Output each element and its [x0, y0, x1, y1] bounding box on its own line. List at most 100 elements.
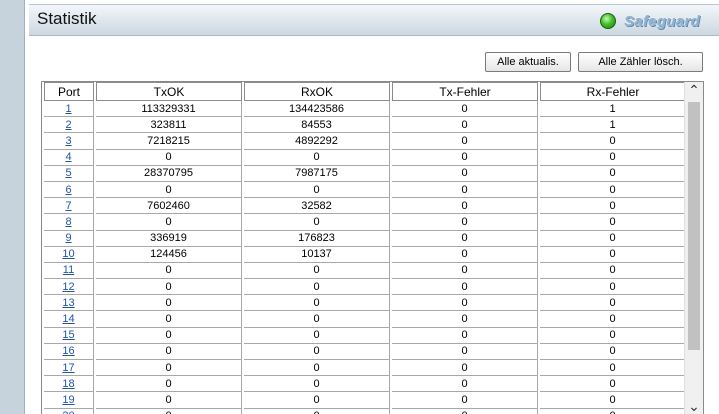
port-cell: 14	[44, 311, 94, 328]
rx-errors-cell: 0	[540, 262, 686, 280]
port-cell: 17	[44, 360, 94, 377]
rx-errors-cell: 0	[540, 392, 686, 409]
rxok-cell: 84553	[244, 117, 390, 134]
port-link[interactable]: 7	[65, 200, 71, 212]
content-panel: Statistik Safeguard Alle aktualis. Alle …	[24, 0, 719, 414]
rxok-cell: 0	[244, 392, 390, 409]
port-cell: 16	[44, 343, 94, 360]
port-link[interactable]: 1	[65, 103, 71, 115]
tx-errors-cell: 0	[392, 343, 538, 360]
txok-cell: 0	[96, 360, 242, 377]
rx-errors-cell: 1	[540, 101, 686, 118]
port-link[interactable]: 20	[62, 410, 74, 414]
table-row: 11 0 0 0 0	[44, 262, 686, 280]
table-row: 18 0 0 0 0	[44, 376, 686, 393]
clear-all-counters-button[interactable]: Alle Zähler lösch.	[578, 52, 703, 72]
port-link[interactable]: 18	[62, 378, 74, 390]
scrollbar-thumb[interactable]	[688, 102, 700, 350]
port-cell: 15	[44, 327, 94, 344]
port-link[interactable]: 10	[62, 248, 74, 260]
port-link[interactable]: 4	[65, 151, 71, 163]
table-row: 80000	[44, 214, 686, 231]
port-link[interactable]: 8	[65, 216, 71, 228]
rx-errors-cell: 0	[540, 360, 686, 377]
rxok-cell: 0	[244, 343, 390, 360]
rx-errors-cell: 0	[540, 149, 686, 166]
tx-errors-cell: 0	[392, 408, 538, 414]
txok-cell: 0	[96, 149, 242, 166]
port-cell: 11	[44, 262, 94, 280]
rxok-cell: 32582	[244, 198, 390, 215]
txok-cell: 0	[96, 376, 242, 393]
vertical-scrollbar[interactable]: ⌃ ⌄	[684, 82, 703, 414]
safeguard-indicator: Safeguard	[599, 12, 700, 30]
table-row: 13 0 0 0 0	[44, 295, 686, 312]
tx-errors-cell: 0	[392, 246, 538, 263]
table-row: 10 124456 10137 0 0	[44, 246, 686, 263]
rx-errors-cell: 0	[540, 295, 686, 312]
port-cell: 13	[44, 295, 94, 312]
rx-errors-cell: 0	[540, 343, 686, 360]
port-link[interactable]: 11	[63, 264, 74, 276]
table-row: 9 336919 176823 0 0	[44, 230, 686, 247]
port-link[interactable]: 15	[62, 329, 74, 341]
tx-errors-cell: 0	[392, 279, 538, 296]
port-cell: 8	[44, 214, 94, 231]
table-row: 1 113329331 134423586 0 1	[44, 101, 686, 118]
table-row: 7 7602460 32582 0 0	[44, 198, 686, 215]
rx-errors-cell: 0	[540, 214, 686, 231]
statistics-table: Port TxOK RxOK Tx-Fehler Rx-Fehler 1 11332933…	[42, 82, 688, 414]
port-link[interactable]: 13	[62, 297, 74, 309]
port-link[interactable]: 19	[62, 394, 74, 406]
tx-errors-cell: 0	[392, 376, 538, 393]
chevron-up-icon[interactable]: ⌃	[685, 82, 703, 99]
port-link[interactable]: 3	[65, 135, 71, 147]
refresh-all-button[interactable]: Alle aktualis.	[485, 52, 571, 72]
port-cell: 3	[44, 133, 94, 150]
rxok-cell: 0	[244, 214, 390, 231]
table-row: 16 0 0 0 0	[44, 343, 686, 360]
page-title: Statistik	[37, 9, 97, 28]
table-row: 15 0 0 0 0	[44, 327, 686, 344]
port-cell: 1	[44, 101, 94, 118]
table-row: 14 0 0 0 0	[44, 311, 686, 328]
rx-errors-cell: 0	[540, 279, 686, 296]
green-led-icon	[599, 13, 616, 29]
rxok-cell: 7987175	[244, 165, 390, 182]
tx-errors-cell: 0	[392, 327, 538, 344]
rxok-cell: 10137	[244, 246, 390, 263]
port-link[interactable]: 5	[65, 167, 71, 179]
rx-errors-cell: 0	[540, 165, 686, 182]
table-row: 17 0 0 0 0	[44, 360, 686, 377]
tx-errors-cell: 0	[392, 133, 538, 150]
tx-errors-cell: 0	[392, 262, 538, 280]
port-cell: 19	[44, 392, 94, 409]
rx-errors-cell: 0	[540, 198, 686, 215]
port-cell: 4	[44, 149, 94, 166]
port-link[interactable]: 17	[62, 362, 74, 374]
port-link[interactable]: 6	[65, 184, 71, 196]
table-row: 12 0 0 0 0	[44, 279, 686, 296]
table-row: 40000	[44, 149, 686, 166]
port-link[interactable]: 14	[62, 313, 74, 325]
port-link[interactable]: 12	[62, 281, 74, 293]
table-row: 5 28370795 7987175 0 0	[44, 165, 686, 182]
rxok-cell: 0	[244, 360, 390, 377]
tx-errors-cell: 0	[392, 101, 538, 118]
txok-cell: 0	[96, 214, 242, 231]
txok-cell: 0	[96, 181, 242, 199]
txok-cell: 0	[96, 392, 242, 409]
port-link[interactable]: 9	[65, 232, 71, 244]
rx-errors-cell: 0	[540, 311, 686, 328]
chevron-down-icon[interactable]: ⌄	[685, 398, 703, 414]
txok-cell: 0	[96, 262, 242, 280]
rxok-cell: 0	[244, 262, 390, 280]
rx-errors-cell: 0	[540, 133, 686, 150]
port-cell: 18	[44, 376, 94, 393]
rx-errors-cell: 0	[540, 408, 686, 414]
port-link[interactable]: 16	[62, 345, 74, 357]
tx-errors-cell: 0	[392, 392, 538, 409]
port-link[interactable]: 2	[65, 119, 71, 131]
tx-errors-cell: 0	[392, 360, 538, 377]
table-row: 19 0 0 0 0	[44, 392, 686, 409]
